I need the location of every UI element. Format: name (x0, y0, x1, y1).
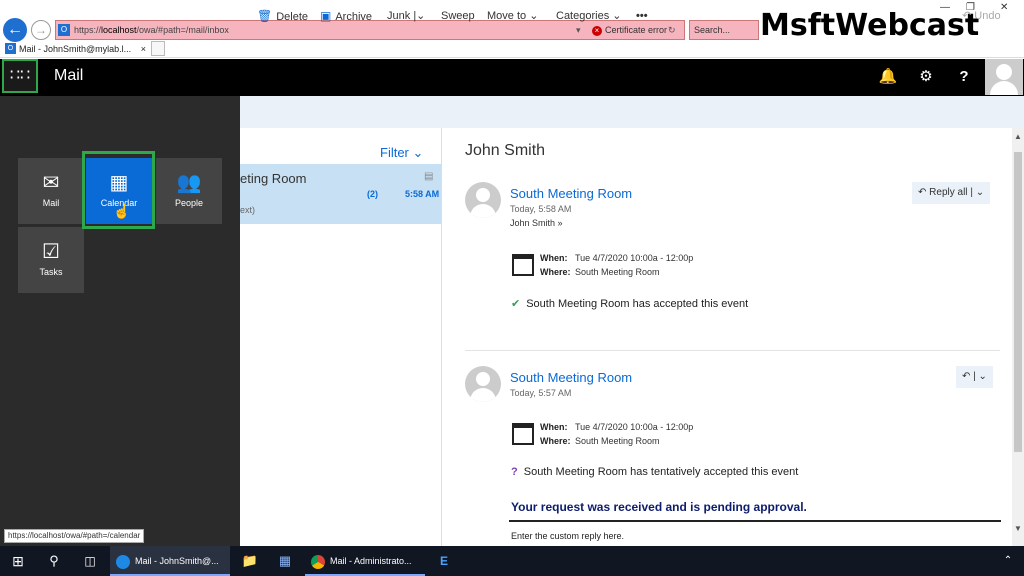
chrome-icon (311, 554, 325, 569)
tile-people[interactable]: 👥 People (156, 158, 222, 224)
server-manager-icon[interactable]: ▦ (275, 546, 295, 576)
categories-button[interactable]: Categories ⌄ (556, 0, 621, 32)
chevron-down-icon: ⌄ (412, 145, 424, 160)
watermark-brand: MsftWebcast (760, 8, 980, 43)
outlook-favicon-icon: O (58, 24, 70, 36)
sender-avatar (465, 182, 501, 218)
search-input[interactable]: Search... (689, 20, 759, 40)
where-value: South Meeting Room (575, 267, 660, 277)
message-recipients[interactable]: John Smith » (510, 218, 563, 228)
help-icon[interactable]: ? (946, 59, 982, 95)
sweep-button[interactable]: Sweep (441, 0, 475, 32)
reading-scrollbar[interactable]: ▲ ▼ (1012, 128, 1024, 546)
browser-tab[interactable]: O Mail - JohnSmith@mylab.l... × (3, 41, 148, 58)
more-actions-button[interactable]: ••• (636, 0, 648, 32)
tasks-icon: ☑ (42, 241, 60, 263)
message-subject[interactable]: South Meeting Room (510, 370, 632, 385)
accepted-status: ✔ South Meeting Room has accepted this ev… (511, 298, 749, 310)
app-launcher-button[interactable]: ∷∷ (2, 59, 38, 93)
scroll-down-icon[interactable]: ▼ (1014, 524, 1022, 533)
hand-cursor-icon: ☝ (113, 203, 131, 219)
reply-all-button[interactable]: ↶ Reply all | ⌄ (912, 182, 991, 204)
avatar[interactable] (985, 59, 1023, 95)
check-icon: ✔ (511, 298, 521, 310)
chevron-down-icon: ⌄ (529, 10, 539, 22)
status-bar-url: https://localhost/owa/#path=/calendar (4, 529, 145, 543)
windows-start-icon[interactable]: ⊞ (8, 546, 28, 576)
outlook-mail-icon: ✉ (42, 172, 60, 194)
bell-icon[interactable]: 🔔 (870, 59, 906, 95)
conversation-title: John Smith (465, 142, 546, 159)
refresh-icon[interactable]: ↻ (668, 21, 676, 39)
calendar-icon (512, 254, 534, 276)
pending-divider (509, 520, 1001, 522)
when-value: Tue 4/7/2020 10:00a - 12:00p (575, 422, 694, 432)
command-toolbar (240, 96, 1024, 128)
reply-icon: ↶ (918, 187, 927, 198)
task-view-icon[interactable]: ◫ (80, 546, 100, 576)
where-label: Where: (540, 267, 571, 277)
when-label: When: (540, 422, 568, 432)
filter-button[interactable]: Filter ⌄ (380, 145, 423, 161)
address-url: https://localhost/owa/#path=/mail/inbox (74, 25, 229, 35)
back-button[interactable]: ← (3, 18, 27, 42)
message-time: Today, 5:58 AM (510, 204, 572, 214)
tray-chevron-icon[interactable]: ⌃ (1000, 546, 1016, 576)
list-item-count: (2) (367, 189, 378, 199)
gear-icon[interactable]: ⚙ (908, 59, 944, 95)
message-subject[interactable]: South Meeting Room (510, 186, 632, 201)
expand-icon: » (557, 218, 563, 228)
exchange-icon[interactable]: E (434, 546, 454, 576)
tile-mail[interactable]: ✉ Mail (18, 158, 84, 224)
tentative-status: ? South Meeting Room has tentatively acce… (511, 466, 799, 478)
list-item-time: 5:58 AM (405, 189, 440, 199)
question-icon: ? (511, 466, 518, 478)
chevron-down-icon: | ⌄ (973, 371, 987, 382)
internet-explorer-icon (116, 554, 130, 569)
outlook-favicon-icon: O (5, 43, 16, 54)
chevron-down-icon: |⌄ (413, 10, 426, 22)
where-label: Where: (540, 436, 571, 446)
custom-reply-text: Enter the custom reply here. (511, 531, 625, 541)
where-value: South Meeting Room (575, 436, 660, 446)
archive-button[interactable]: ▣ Archive (320, 0, 372, 32)
taskbar-chrome-window[interactable]: Mail - Administrato... (305, 546, 425, 576)
taskbar-ie-window[interactable]: Mail - JohnSmith@... (110, 546, 230, 576)
delete-button[interactable]: 🗑 Delete (257, 0, 308, 32)
tab-title: Mail - JohnSmith@mylab.l... (19, 44, 132, 54)
sender-avatar (465, 366, 501, 402)
close-window-icon[interactable]: ✕ (1000, 2, 1008, 13)
search-icon[interactable]: ⚲ (44, 546, 64, 576)
tile-tasks[interactable]: ☑ Tasks (18, 227, 84, 293)
list-item-subject: eting Room (240, 171, 307, 186)
people-icon: 👥 (176, 172, 202, 194)
file-explorer-icon[interactable]: 📁 (240, 546, 260, 576)
forward-button[interactable]: → (31, 20, 51, 40)
undo-button[interactable]: ↶ Undo (962, 0, 1001, 32)
calendar-icon (512, 423, 534, 445)
undo-icon: ↶ (962, 10, 972, 22)
app-title: Mail (54, 67, 84, 84)
move-to-button[interactable]: Move to ⌄ (487, 0, 538, 32)
close-tab-icon[interactable]: × (141, 41, 146, 57)
calendar-icon: ▤ (424, 171, 434, 182)
scroll-up-icon[interactable]: ▲ (1014, 132, 1022, 141)
chevron-down-icon: ⌄ (612, 10, 622, 22)
message-time: Today, 5:57 AM (510, 388, 572, 398)
trash-icon: 🗑 (257, 9, 273, 23)
minimize-icon[interactable]: — (940, 2, 950, 13)
when-value: Tue 4/7/2020 10:00a - 12:00p (575, 253, 694, 263)
when-label: When: (540, 253, 568, 263)
message-divider (465, 350, 1000, 351)
list-item-preview: ext) (240, 205, 256, 215)
reply-button[interactable]: ↶ | ⌄ (956, 366, 993, 388)
waffle-icon: ∷∷ (9, 67, 31, 84)
new-tab-button[interactable] (151, 41, 165, 56)
pending-message: Your request was received and is pending… (511, 500, 807, 514)
reply-icon: ↶ (962, 371, 971, 382)
junk-button[interactable]: Junk |⌄ (387, 0, 425, 32)
archive-icon: ▣ (320, 9, 332, 23)
chevron-down-icon: | ⌄ (970, 187, 985, 198)
scroll-thumb[interactable] (1014, 152, 1022, 452)
